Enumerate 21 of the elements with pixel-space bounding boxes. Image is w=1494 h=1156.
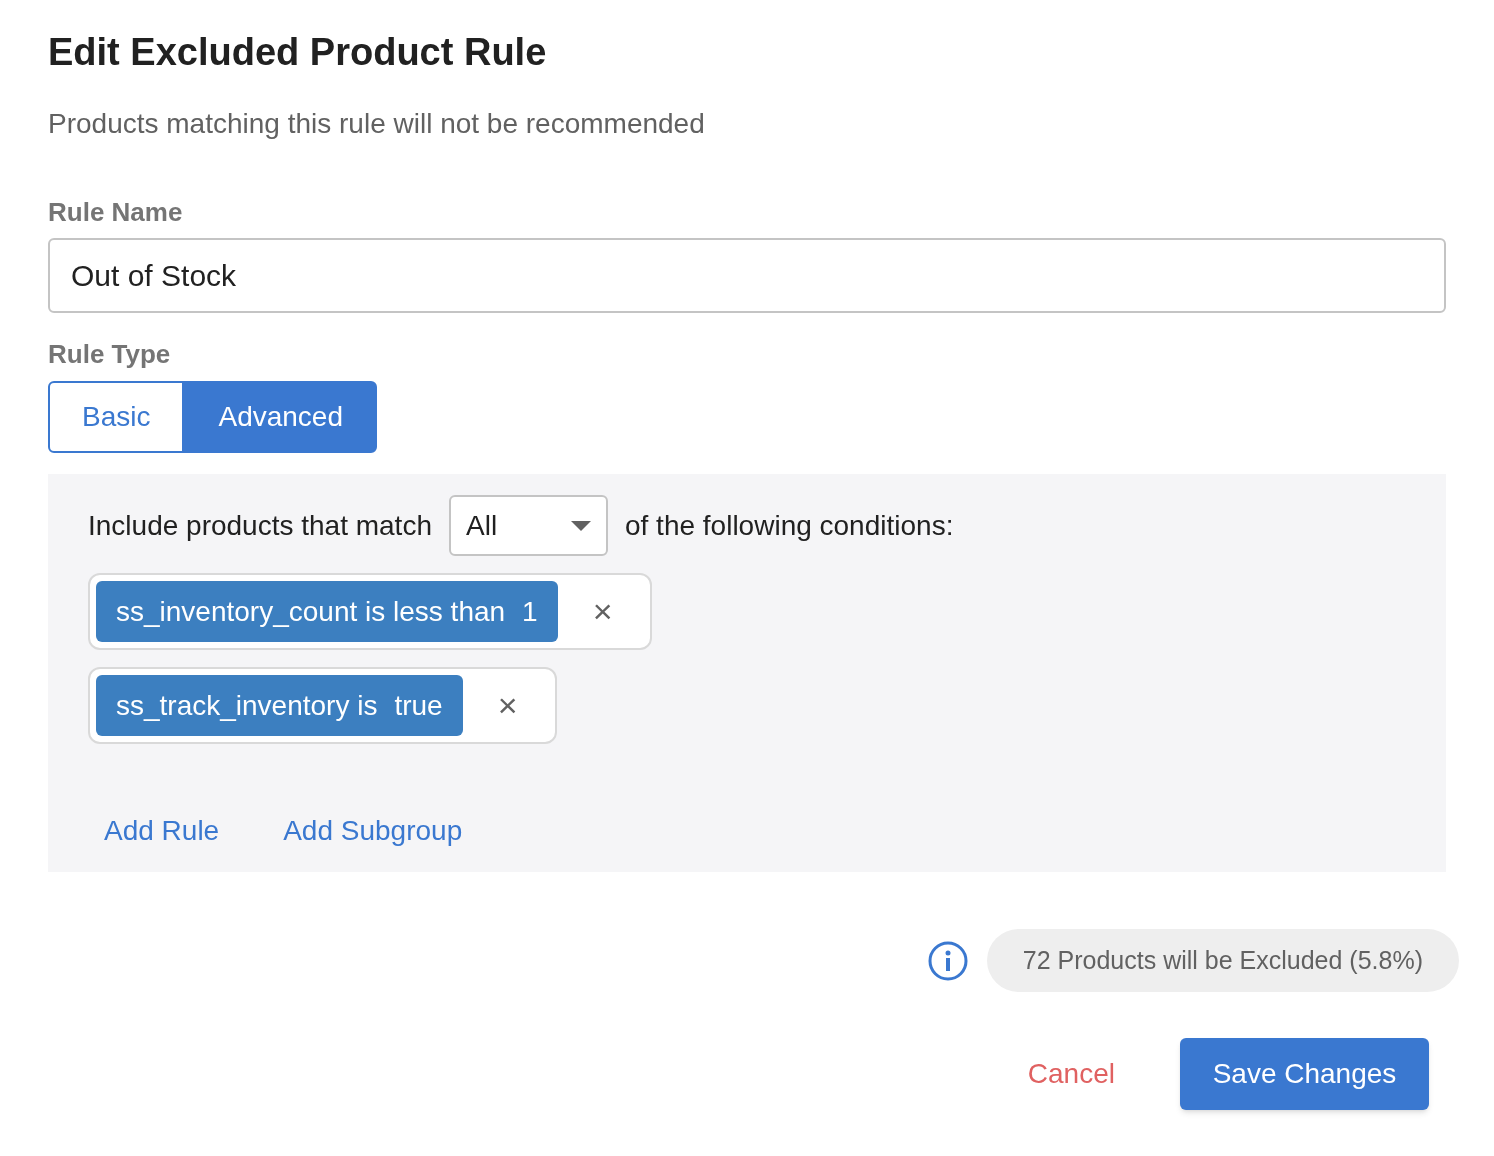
cancel-button[interactable]: Cancel (992, 1038, 1150, 1110)
remove-condition-button[interactable]: × (577, 586, 628, 637)
rule-type-toggle[interactable]: Basic (48, 381, 185, 453)
excluded-count-badge: 72 Products will be Excluded (5.8%) (986, 929, 1459, 992)
match-suffix-text: of the following conditions: (625, 508, 954, 543)
add-link[interactable]: Add Subgroup (283, 810, 463, 852)
add-link[interactable]: Add Rule (104, 810, 220, 852)
field-label: Rule Name (48, 196, 183, 229)
condition-tag[interactable]: ss_inventory_count is less than 1 (96, 581, 558, 642)
remove-condition-button[interactable]: × (482, 680, 533, 731)
field-label: Rule Type (48, 338, 171, 371)
caret-icon (571, 520, 591, 531)
dialog-subtitle: Products matching this rule will not be recommended (48, 107, 706, 141)
rule-name-field[interactable]: Out of Stock (48, 238, 1446, 313)
save-changes-button[interactable]: Save Changes (1180, 1038, 1429, 1110)
match-prefix-text: Include products that match (88, 508, 432, 543)
rule-type-toggle[interactable]: Advanced (184, 381, 377, 453)
condition-tag[interactable]: ss_track_inventory is true (96, 675, 463, 736)
dialog-title: Edit Excluded Product Rule (48, 30, 548, 75)
match-select[interactable]: All (449, 495, 608, 556)
info-icon (927, 940, 968, 981)
